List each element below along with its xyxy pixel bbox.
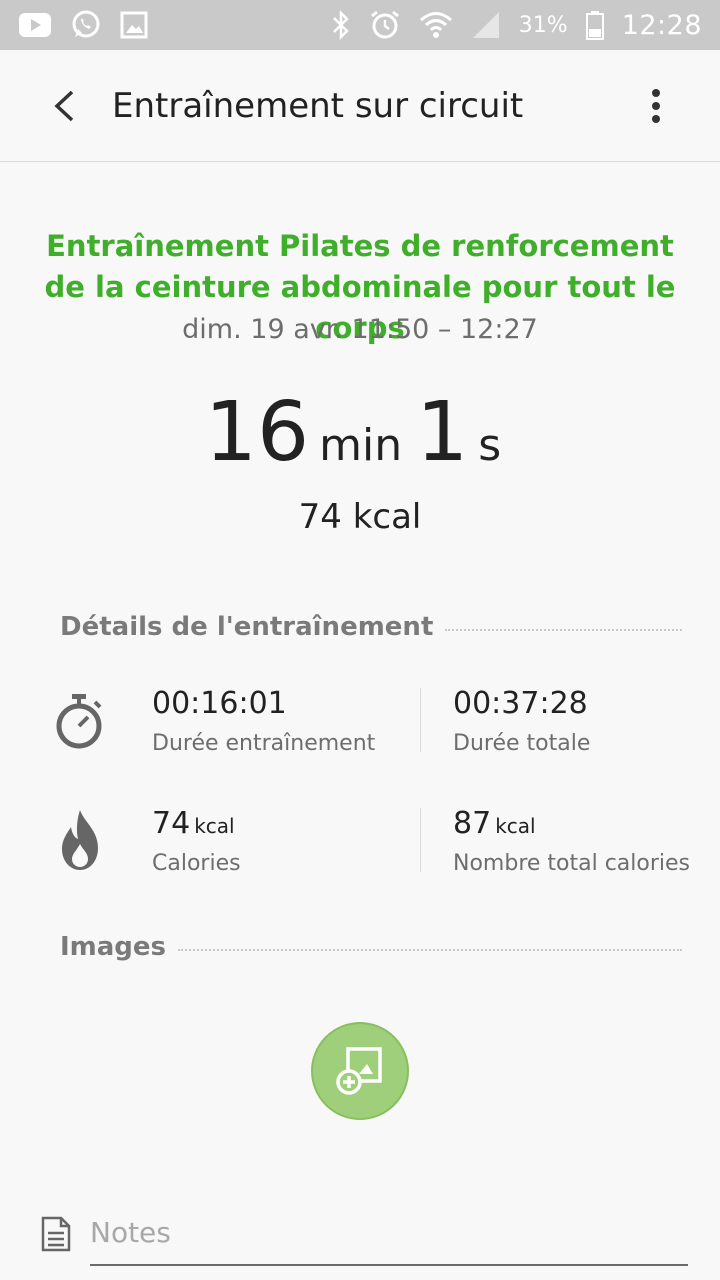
- duration-seconds-unit: s: [478, 420, 502, 471]
- calories-unit: kcal: [194, 814, 235, 838]
- flame-icon: [56, 808, 104, 872]
- total-duration-label: Durée totale: [453, 731, 591, 756]
- total-calories-value: 87: [453, 806, 492, 841]
- whatsapp-icon: [70, 9, 102, 41]
- stopwatch-icon: [52, 692, 106, 750]
- notes-row: [40, 1208, 688, 1268]
- total-duration-metric: 00:37:28 Durée totale: [453, 686, 590, 756]
- wifi-icon: [419, 10, 453, 40]
- calories-label: Calories: [152, 851, 241, 876]
- workout-calories: 74 kcal: [298, 497, 422, 537]
- alarm-icon: [369, 9, 401, 41]
- metric-divider: [420, 808, 421, 872]
- workout-duration-label: Durée entraînement: [152, 731, 376, 756]
- battery-icon: [585, 10, 604, 40]
- add-image-button[interactable]: [311, 1022, 409, 1120]
- workout-duration-value: 00:16:01: [152, 686, 287, 721]
- total-duration-value: 00:37:28: [453, 686, 588, 721]
- workout-time-range: dim. 19 avr. 11:50 – 12:27: [182, 314, 538, 345]
- total-calories-value-row: 87 kcal: [453, 806, 690, 841]
- details-section-header: Détails de l'entraînement: [60, 612, 682, 642]
- back-arrow-icon: [54, 90, 74, 121]
- notes-input[interactable]: [90, 1208, 688, 1266]
- total-calories-metric: 87 kcal Nombre total calories: [453, 806, 690, 876]
- status-left: [18, 9, 148, 41]
- more-vert-icon: [652, 88, 660, 123]
- duration-seconds: 1: [416, 385, 469, 480]
- app-bar: Entraînement sur circuit: [0, 50, 720, 162]
- total-calories-label: Nombre total calories: [453, 851, 691, 876]
- battery-percent: 31%: [518, 12, 568, 38]
- duration-minutes: 16: [204, 385, 310, 480]
- calories-value-row: 74 kcal: [152, 806, 241, 841]
- note-icon: [40, 1216, 72, 1256]
- total-calories-unit: kcal: [495, 814, 536, 838]
- signal-icon: [471, 10, 501, 40]
- images-section-label: Images: [60, 932, 167, 962]
- status-right: 31% 12:28: [331, 9, 702, 41]
- calories-value: 74: [152, 806, 191, 841]
- bluetooth-icon: [331, 10, 351, 40]
- workout-duration: 16 min 1 s: [0, 385, 720, 480]
- section-divider: [178, 949, 682, 951]
- section-divider: [445, 629, 682, 631]
- status-clock: 12:28: [621, 9, 702, 41]
- add-image-icon: [336, 1047, 382, 1095]
- metric-divider: [420, 688, 421, 752]
- status-bar: 31% 12:28: [0, 0, 720, 50]
- details-section-label: Détails de l'entraînement: [60, 612, 434, 642]
- calories-metric: 74 kcal Calories: [152, 806, 241, 876]
- youtube-icon: [18, 12, 52, 38]
- workout-duration-metric: 00:16:01 Durée entraînement: [152, 686, 375, 756]
- page-title: Entraînement sur circuit: [112, 85, 524, 126]
- gallery-icon: [120, 11, 148, 39]
- duration-minutes-unit: min: [319, 420, 403, 471]
- images-section-header: Images: [60, 932, 682, 962]
- more-options-button[interactable]: [626, 76, 686, 136]
- back-button[interactable]: [34, 76, 94, 136]
